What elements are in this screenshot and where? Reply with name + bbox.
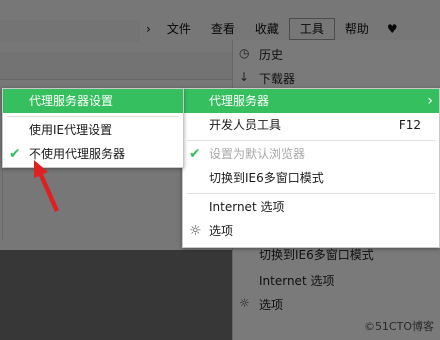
menu-item-label: 设置为默认浏览器	[209, 147, 306, 161]
gear-icon: ☼	[189, 223, 202, 239]
menu-item-label: 代理服务器	[209, 94, 270, 108]
checkmark-icon: ✔	[9, 146, 21, 162]
menu-item-label: 选项	[209, 224, 234, 238]
checkmark-icon: ✔	[189, 146, 201, 162]
menu-item-label: 开发人员工具	[209, 118, 282, 132]
annotation-arrow-icon	[34, 160, 59, 212]
menu-item-label: 代理服务器设置	[29, 94, 114, 108]
separator	[7, 116, 179, 117]
separator	[187, 193, 435, 194]
proxy-submenu: 代理服务器设置 使用IE代理设置 ✔ 不使用代理服务器	[2, 88, 184, 168]
menu-item-options[interactable]: ☼ 选项	[183, 219, 439, 243]
menu-item-label: Internet 选项	[209, 200, 285, 214]
menu-item-internet-options[interactable]: Internet 选项	[183, 195, 439, 219]
menu-item-label: 切换到IE6多窗口模式	[209, 171, 324, 185]
chevron-right-icon: ›	[427, 93, 433, 109]
menu-item-proxy-settings[interactable]: 代理服务器设置	[3, 89, 183, 113]
menu-item-label: 使用IE代理设置	[29, 123, 113, 137]
shortcut-label: F12	[398, 118, 421, 132]
separator	[187, 140, 435, 141]
menu-item-use-ie-proxy[interactable]: 使用IE代理设置	[3, 118, 183, 142]
menu-item-ie6-mode[interactable]: 切换到IE6多窗口模式	[183, 166, 439, 190]
menu-item-proxy[interactable]: 代理服务器 ›	[183, 89, 439, 113]
tools-menu: 代理服务器 › 开发人员工具 F12 ✔ 设置为默认浏览器 切换到IE6多窗口模…	[182, 88, 440, 248]
menu-item-dev-tools[interactable]: 开发人员工具 F12	[183, 113, 439, 137]
menu-item-default-browser[interactable]: ✔ 设置为默认浏览器	[183, 142, 439, 166]
